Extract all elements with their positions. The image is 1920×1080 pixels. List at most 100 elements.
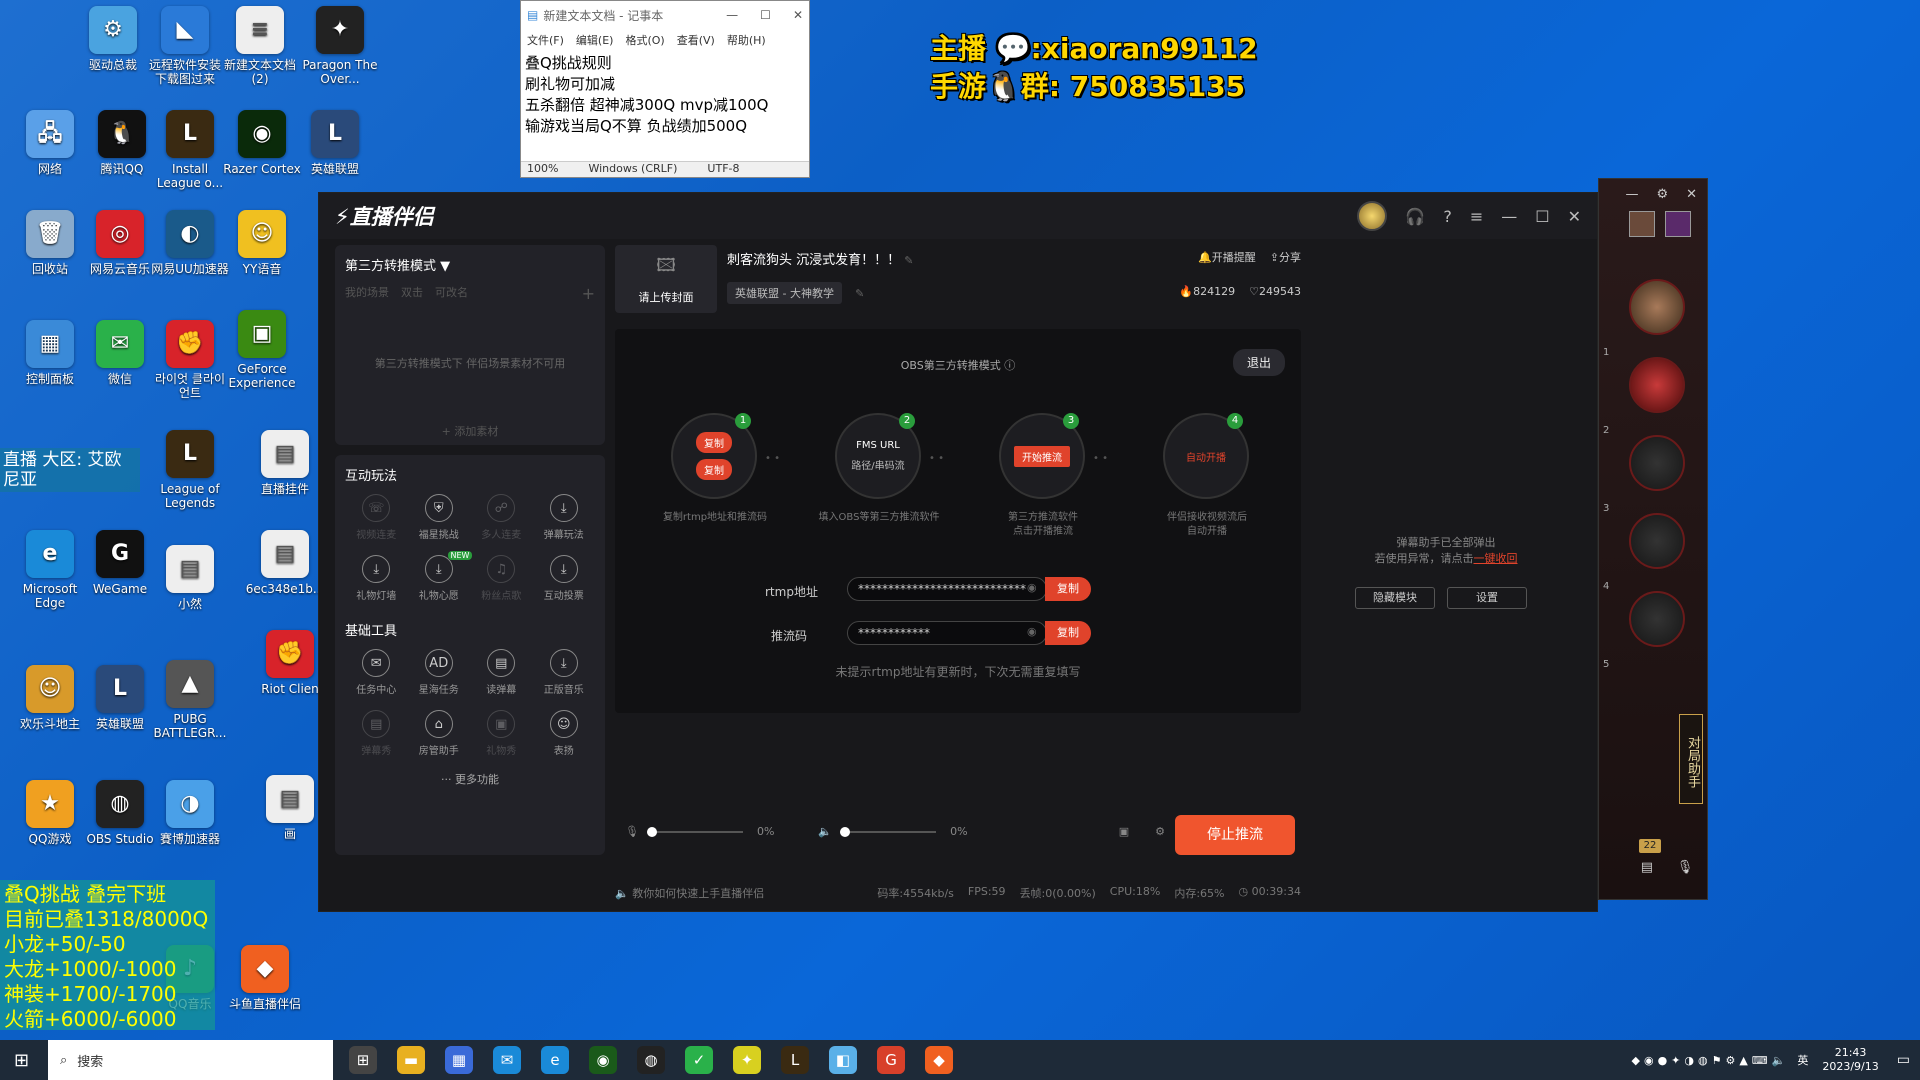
input-method[interactable]: 英 — [1797, 1052, 1808, 1068]
settings-button[interactable]: 设置 — [1447, 587, 1527, 609]
mode-dropdown[interactable]: 第三方转推模式 ▼ — [345, 255, 595, 274]
menu-format[interactable]: 格式(O) — [625, 32, 664, 48]
taskbar-app-icon[interactable]: G — [877, 1046, 905, 1074]
tool-item[interactable]: ☍ 多人连麦 — [470, 494, 533, 541]
category-tag[interactable]: 英雄联盟 - 大神教学 — [727, 282, 842, 304]
desktop-icon[interactable]: ★ QQ游戏 — [10, 780, 90, 846]
speaker-volume-slider[interactable] — [840, 826, 937, 837]
desktop-icon[interactable]: ◆ 斗鱼直播伴侣 — [225, 945, 305, 1011]
tool-item[interactable]: ⤓ 礼物灯墙 — [345, 555, 408, 602]
desktop-icon[interactable]: ▤ 小然 — [150, 545, 230, 611]
taskbar-app-icon[interactable]: ✓ — [685, 1046, 713, 1074]
desktop-icon[interactable]: ▣ GeForce Experience — [222, 310, 302, 390]
desktop-icon[interactable]: ✉ 微信 — [80, 320, 160, 386]
tool-item[interactable]: ⌂ 房管助手 — [408, 710, 471, 757]
notepad-titlebar[interactable]: ▤ 新建文本文档 - 记事本 — ☐ ✕ — [521, 1, 809, 29]
taskbar-app-icon[interactable]: ◆ — [925, 1046, 953, 1074]
tool-item[interactable]: ☺ 表扬 — [533, 710, 596, 757]
champion-thumb[interactable] — [1629, 211, 1655, 237]
copy-rtmp-button[interactable]: 复制 — [696, 432, 732, 453]
recall-link[interactable]: 一键收回 — [1474, 552, 1518, 565]
edit-icon[interactable]: ✎ — [855, 287, 864, 300]
tool-item[interactable]: ⤓ 弹幕玩法 — [533, 494, 596, 541]
desktop-icon[interactable]: ◣ 远程软件安装下载图过来 — [145, 6, 225, 86]
eye-icon[interactable]: ◉ — [1027, 581, 1037, 594]
notification-icon[interactable]: ▭ — [1897, 1052, 1910, 1068]
taskbar-app-icon[interactable]: ◉ — [589, 1046, 617, 1074]
minimize-icon[interactable]: — — [1625, 187, 1638, 202]
taskbar-search[interactable]: ⌕ 搜索 — [48, 1040, 333, 1080]
edit-icon[interactable]: ✎ — [904, 254, 913, 267]
add-scene-icon[interactable]: + — [582, 284, 595, 303]
desktop-icon[interactable]: e Microsoft Edge — [10, 530, 90, 610]
headset-icon[interactable]: 🎧 — [1405, 207, 1425, 226]
stop-stream-button[interactable]: 停止推流 — [1175, 815, 1295, 855]
tool-item[interactable]: ▤ 读弹幕 — [470, 649, 533, 696]
desktop-icon[interactable]: ☺ 欢乐斗地主 — [10, 665, 90, 731]
menu-view[interactable]: 查看(V) — [677, 32, 715, 48]
scene-tab[interactable]: 我的场景 — [345, 284, 389, 303]
copy-key-button[interactable]: 复制 — [696, 459, 732, 480]
maximize-icon[interactable]: ☐ — [1535, 207, 1549, 226]
desktop-icon[interactable]: ◍ OBS Studio — [80, 780, 160, 846]
stream-key-field[interactable]: ************ — [847, 621, 1047, 645]
desktop-icon[interactable]: ◐ 网易UU加速器 — [150, 210, 230, 276]
scene-tab[interactable]: 可改名 — [435, 284, 468, 303]
desktop-icon[interactable]: 🗑 回收站 — [10, 210, 90, 276]
taskbar-app-icon[interactable]: ◧ — [829, 1046, 857, 1074]
taskbar-app-icon[interactable]: e — [541, 1046, 569, 1074]
desktop-icon[interactable]: ✦ Paragon The Over... — [300, 6, 380, 86]
maximize-icon[interactable]: ☐ — [760, 8, 771, 22]
share-button[interactable]: ⇪分享 — [1270, 249, 1301, 265]
notepad-text-area[interactable]: 叠Q挑战规则 刷礼物可加减 五杀翻倍 超神减300Q mvp减100Q 输游戏当… — [521, 51, 809, 139]
remind-button[interactable]: 🔔开播提醒 — [1198, 249, 1256, 265]
mic-volume-slider[interactable] — [646, 826, 743, 837]
help-icon[interactable]: ? — [1443, 207, 1452, 226]
ally-portrait[interactable] — [1629, 513, 1685, 569]
ally-portrait[interactable] — [1629, 591, 1685, 647]
desktop-icon[interactable]: ▤ 直播挂件 — [245, 430, 325, 496]
tool-item[interactable]: ▣ 礼物秀 — [470, 710, 533, 757]
question-icon[interactable]: ⓘ — [1004, 359, 1015, 372]
taskbar-app-icon[interactable]: L — [781, 1046, 809, 1074]
desktop-icon[interactable]: ◎ 网易云音乐 — [80, 210, 160, 276]
avatar[interactable] — [1357, 201, 1388, 231]
close-icon[interactable]: ✕ — [1686, 187, 1697, 202]
close-icon[interactable]: ✕ — [793, 8, 803, 22]
tool-item[interactable]: ⤓ 正版音乐 — [533, 649, 596, 696]
ally-portrait[interactable] — [1629, 279, 1685, 335]
scene-tab[interactable]: 双击 — [401, 284, 423, 303]
add-material-button[interactable]: + 添加素材 — [335, 423, 605, 439]
ally-portrait[interactable] — [1629, 357, 1685, 413]
taskbar-app-icon[interactable]: ▬ — [397, 1046, 425, 1074]
desktop-icon[interactable]: L Install League o... — [150, 110, 230, 190]
notepad-window[interactable]: ▤ 新建文本文档 - 记事本 — ☐ ✕ 文件(F) 编辑(E) 格式(O) 查… — [520, 0, 810, 178]
ally-portrait[interactable] — [1629, 435, 1685, 491]
rtmp-field[interactable]: **************************** — [847, 577, 1047, 601]
desktop-icon[interactable]: L 英雄联盟 — [80, 665, 160, 731]
minimize-icon[interactable]: — — [1501, 207, 1517, 226]
minimize-icon[interactable]: — — [726, 8, 738, 22]
speaker-volume-knob[interactable] — [840, 826, 851, 837]
tray-icons[interactable]: ◆◉●✦◑◍⚑⚙▲⌨🔈 — [1632, 1054, 1790, 1067]
tutorial-link[interactable]: 🔈 教你如何快速上手直播伴侣 — [615, 885, 764, 901]
microphone-icon[interactable]: 🎙 — [625, 825, 639, 838]
taskbar-app-icon[interactable]: ✉ — [493, 1046, 521, 1074]
windows-start-icon[interactable]: ⊞ — [14, 1050, 29, 1071]
menu-file[interactable]: 文件(F) — [527, 32, 564, 48]
desktop-icon[interactable]: L League of Legends — [150, 430, 230, 510]
tool-item[interactable]: ☏ 视频连麦 — [345, 494, 408, 541]
desktop-icon[interactable]: ≡ 新建文本文档 (2) — [220, 6, 300, 86]
desktop-icon[interactable]: ✊ 라이엇 클라이언트 — [150, 320, 230, 400]
champion-thumb[interactable] — [1665, 211, 1691, 237]
tool-item[interactable]: AD 星海任务 — [408, 649, 471, 696]
copy-rtmp-field-button[interactable]: 复制 — [1045, 577, 1091, 601]
menu-edit[interactable]: 编辑(E) — [576, 32, 614, 48]
speaker-icon[interactable]: 🔈 — [818, 825, 832, 838]
desktop-icon[interactable]: ⚙ 驱动总裁 — [73, 6, 153, 72]
microphone-icon[interactable]: 🎙 — [1677, 860, 1694, 875]
tool-item[interactable]: ♫ 粉丝点歌 — [470, 555, 533, 602]
tool-item[interactable]: ▤ 弹幕秀 — [345, 710, 408, 757]
desktop-icon[interactable]: L 英雄联盟 — [295, 110, 375, 176]
desktop-icon[interactable]: ▲ PUBG BATTLEGR... — [150, 660, 230, 740]
